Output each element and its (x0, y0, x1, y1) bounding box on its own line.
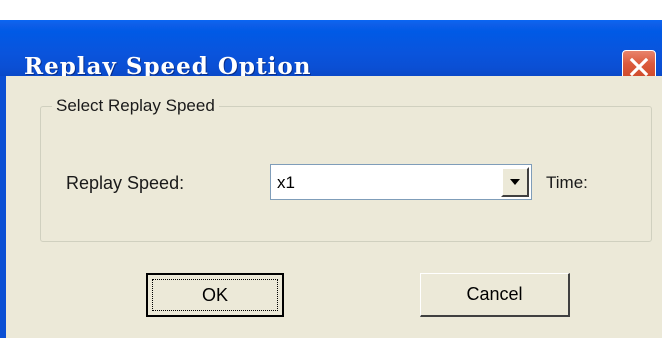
ok-button[interactable]: OK (146, 273, 284, 317)
groupbox-legend: Select Replay Speed (52, 94, 219, 118)
replay-speed-select[interactable]: x1 (270, 164, 532, 200)
cancel-button-label: Cancel (466, 284, 523, 304)
cancel-button[interactable]: Cancel (420, 273, 570, 317)
time-label: Time: (546, 173, 588, 192)
replay-speed-value: x1 (277, 173, 295, 192)
focus-rectangle (152, 279, 278, 311)
close-icon (629, 57, 649, 77)
replay-speed-label: Replay Speed: (66, 173, 185, 193)
window-frame-left (0, 76, 6, 338)
title-bar[interactable]: Replay Speed Option (0, 20, 662, 84)
dropdown-button[interactable] (501, 167, 529, 197)
chevron-down-icon (510, 179, 520, 185)
replay-speed-dialog: Replay Speed Option Select Replay Speed … (0, 0, 662, 338)
